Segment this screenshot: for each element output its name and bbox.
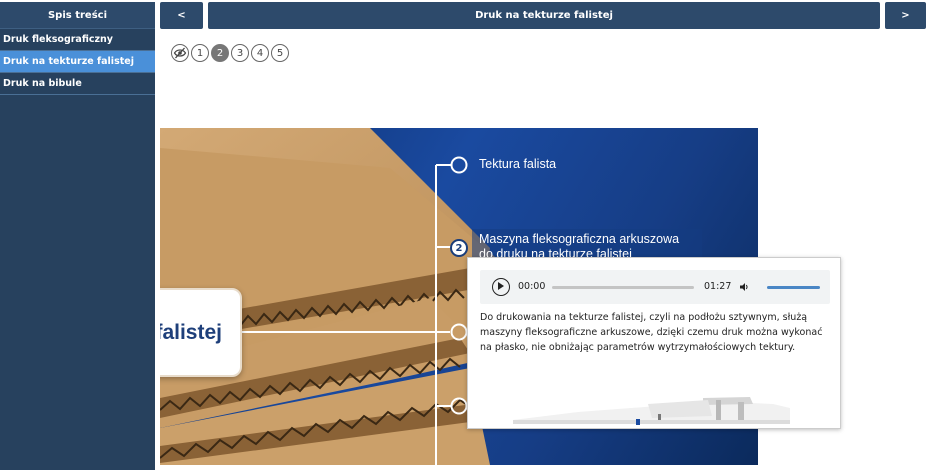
sidebar-title: Spis treści <box>0 2 155 29</box>
page-3-button[interactable]: 3 <box>231 44 249 62</box>
diagram-node-2-label-line1: Maszyna fleksograficzna arkuszowa <box>479 232 680 246</box>
next-button[interactable]: > <box>885 2 926 29</box>
diagram-node-2-marker[interactable]: 2 <box>450 239 468 257</box>
prev-button[interactable]: < <box>160 2 203 29</box>
page-1-button[interactable]: 1 <box>191 44 209 62</box>
sidebar-item-druk-fleksograficzny[interactable]: Druk fleksograficzny <box>0 29 155 51</box>
diagram-node-2-number: 2 <box>455 242 463 254</box>
sidebar-item-druk-na-bibule[interactable]: Druk na bibule <box>0 73 155 95</box>
info-popup: 00:00 01:27 Do drukowania na tekturze fa… <box>467 257 841 429</box>
eye-slash-icon <box>173 47 187 59</box>
pager: 1 2 3 4 5 <box>171 44 289 62</box>
printing-machine-image <box>513 397 790 425</box>
popup-description: Do drukowania na tekturze falistej, czyl… <box>480 312 823 353</box>
audio-current-time: 00:00 <box>518 281 546 292</box>
diagram-node-1-label[interactable]: Tektura falista <box>479 157 556 171</box>
page-5-button[interactable]: 5 <box>271 44 289 62</box>
audio-progress-track[interactable] <box>552 286 694 289</box>
center-card[interactable]: falistej <box>160 288 242 377</box>
center-card-text: falistej <box>160 320 222 344</box>
page-2-button[interactable]: 2 <box>211 44 229 62</box>
page-title: Druk na tekturze falistej <box>208 2 880 29</box>
sidebar-item-druk-na-tekturze-falistej[interactable]: Druk na tekturze falistej <box>0 51 155 73</box>
toggle-visibility-button[interactable] <box>171 44 189 62</box>
diagram-node-2-label-box[interactable]: Maszyna fleksograficzna arkuszowa do dru… <box>472 229 702 259</box>
play-button[interactable] <box>492 278 510 296</box>
page-4-button[interactable]: 4 <box>251 44 269 62</box>
audio-player: 00:00 01:27 <box>480 270 830 304</box>
play-icon <box>498 282 505 291</box>
volume-slider[interactable] <box>767 286 820 289</box>
sidebar: Spis treści Druk fleksograficzny Druk na… <box>0 2 155 470</box>
audio-duration: 01:27 <box>704 281 732 292</box>
volume-icon[interactable] <box>739 282 749 292</box>
